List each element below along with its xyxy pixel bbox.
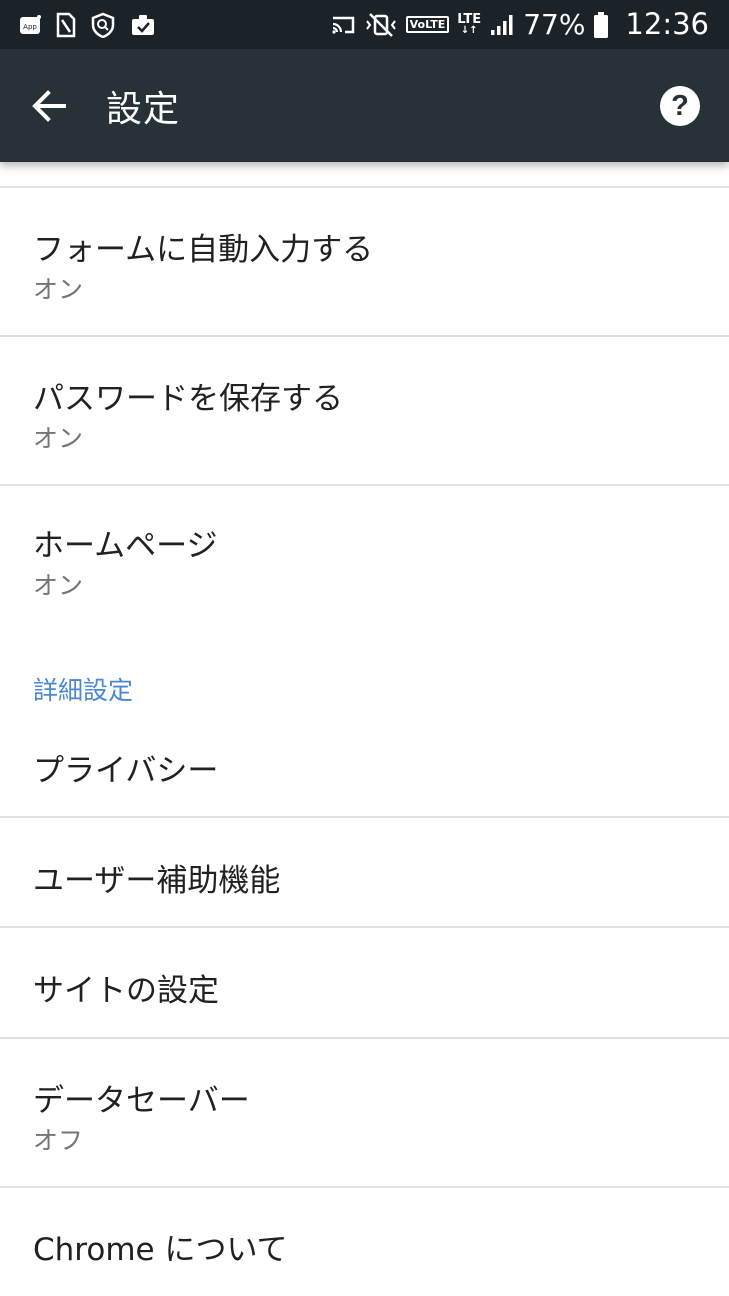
vibrate-icon <box>364 12 398 38</box>
page-title: 設定 <box>106 88 181 130</box>
pref-title: データセーバー <box>33 1083 250 1119</box>
clock: 12:36 <box>625 7 709 41</box>
help-icon: ? <box>671 89 689 122</box>
pref-title: フォームに自動入力する <box>33 232 374 268</box>
pref-about-chrome[interactable]: Chrome について <box>0 1188 729 1296</box>
battery-percent: 77% <box>523 7 586 41</box>
shield-search-icon <box>90 12 116 38</box>
pref-data-saver[interactable]: データセーバー オフ <box>0 1039 729 1187</box>
pref-summary: オフ <box>33 1126 84 1155</box>
pref-summary: オン <box>33 275 84 304</box>
app-bar: 設定 ? <box>0 49 729 162</box>
pref-homepage[interactable]: ホームページ オン <box>0 486 729 634</box>
app-notification-icon: App <box>18 13 42 37</box>
pref-summary: オン <box>33 424 84 453</box>
lte-icon: LTE ↓↑ <box>457 12 482 36</box>
pref-privacy[interactable]: プライバシー <box>0 722 729 816</box>
pref-title: プライバシー <box>33 753 219 789</box>
arrow-back-icon <box>32 89 66 122</box>
clipboard-check-icon <box>130 13 156 37</box>
section-header-advanced: 詳細設定 <box>33 676 134 705</box>
cast-icon <box>330 14 356 36</box>
pref-title: パスワードを保存する <box>33 381 343 417</box>
signal-icon <box>489 13 515 37</box>
status-bar: App VoLTE LTE ↓↑ 77% 12:36 <box>0 0 729 49</box>
pref-title: Chrome について <box>33 1232 288 1268</box>
back-button[interactable] <box>31 88 67 124</box>
pref-title: ユーザー補助機能 <box>33 863 281 899</box>
pref-accessibility[interactable]: ユーザー補助機能 <box>0 818 729 926</box>
help-button[interactable]: ? <box>660 86 700 126</box>
pref-title: ホームページ <box>33 528 218 564</box>
battery-icon <box>593 11 609 39</box>
pref-save-passwords[interactable]: パスワードを保存する オン <box>0 337 729 485</box>
pref-summary: オン <box>33 571 84 600</box>
svg-text:App: App <box>23 23 37 31</box>
pref-autofill[interactable]: フォームに自動入力する オン <box>0 188 729 336</box>
system-indicators: VoLTE LTE ↓↑ 77% 12:36 <box>330 10 709 39</box>
sim-card-icon <box>56 12 76 38</box>
pref-site-settings[interactable]: サイトの設定 <box>0 928 729 1037</box>
volte-icon: VoLTE <box>405 16 450 33</box>
pref-title: サイトの設定 <box>33 973 219 1009</box>
notification-icons: App <box>18 12 156 38</box>
